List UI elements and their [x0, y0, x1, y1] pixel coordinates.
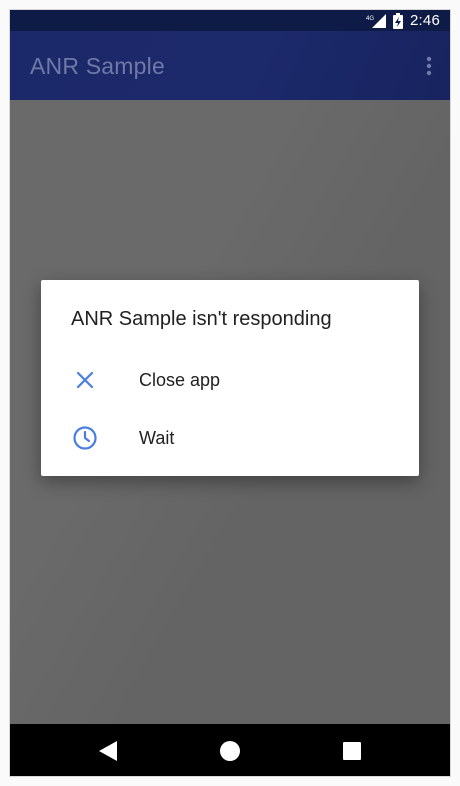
close-app-option[interactable]: Close app: [41, 353, 419, 407]
home-icon[interactable]: [220, 741, 240, 761]
back-icon[interactable]: [99, 741, 117, 761]
wait-option[interactable]: Wait: [41, 411, 419, 465]
status-icons: 4G 2:46: [366, 10, 440, 31]
signal-icon: 4G: [366, 13, 386, 28]
dialog-title: ANR Sample isn't responding: [71, 308, 332, 330]
clock-icon: [71, 424, 99, 452]
phone-screen: 4G 2:46 ANR Sample ANR Sample isn't resp…: [10, 10, 450, 776]
close-icon: [71, 366, 99, 394]
svg-text:4G: 4G: [366, 16, 374, 22]
status-bar: 4G 2:46: [10, 10, 450, 31]
battery-charging-icon: [393, 12, 403, 29]
app-title: ANR Sample: [30, 53, 165, 79]
app-bar: ANR Sample: [10, 31, 450, 100]
more-vert-icon[interactable]: [424, 55, 434, 79]
screenshot-frame: 4G 2:46 ANR Sample ANR Sample isn't resp…: [0, 0, 460, 786]
close-app-label: Close app: [139, 369, 221, 390]
wait-label: Wait: [139, 427, 175, 448]
navigation-bar: [10, 724, 450, 776]
status-time: 2:46: [410, 12, 440, 29]
recents-icon[interactable]: [343, 742, 361, 760]
anr-dialog: ANR Sample isn't responding Close app Wa…: [41, 280, 419, 476]
